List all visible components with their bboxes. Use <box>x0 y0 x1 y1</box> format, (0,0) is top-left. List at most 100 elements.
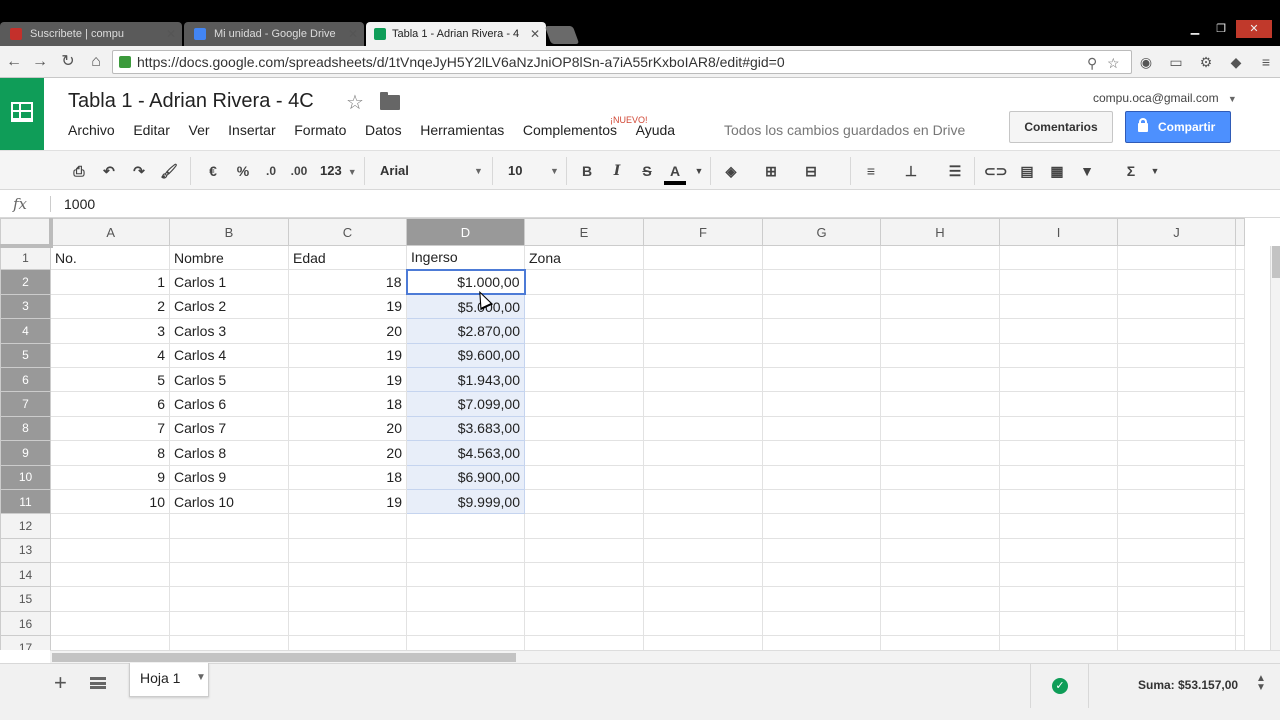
cell[interactable] <box>999 488 1118 515</box>
cell[interactable] <box>406 537 525 564</box>
cell[interactable] <box>643 244 763 271</box>
cell[interactable] <box>1117 366 1236 393</box>
functions-button[interactable]: Σ <box>1120 159 1142 183</box>
cell[interactable] <box>999 318 1118 344</box>
sheet-tab-hoja-1[interactable]: Hoja 1 ▼ <box>129 663 209 697</box>
column-header-d[interactable]: D <box>406 218 525 246</box>
cell[interactable] <box>999 464 1118 490</box>
cell[interactable] <box>1117 562 1236 588</box>
cell[interactable]: Zona <box>524 244 644 271</box>
menu-editar[interactable]: Editar <box>133 122 170 138</box>
cell[interactable] <box>762 293 881 320</box>
cell[interactable]: 19 <box>288 488 407 515</box>
cell[interactable]: 19 <box>288 293 407 320</box>
cell[interactable]: 18 <box>288 391 407 417</box>
cell[interactable] <box>999 391 1118 417</box>
increase-decimals-button[interactable]: .00 <box>288 159 310 183</box>
cell[interactable]: $5.000,00 <box>406 293 525 320</box>
cell[interactable] <box>1117 440 1236 466</box>
column-header-g[interactable]: G <box>762 218 881 246</box>
cell[interactable] <box>406 513 525 539</box>
decrease-decimals-button[interactable]: .0 <box>260 159 282 183</box>
cell[interactable] <box>999 513 1118 539</box>
cell[interactable] <box>406 635 525 650</box>
cell[interactable] <box>643 415 763 442</box>
cell[interactable]: 19 <box>288 366 407 393</box>
insert-comment-icon[interactable]: ▤ <box>1016 159 1038 183</box>
cell[interactable] <box>1117 537 1236 564</box>
cell[interactable] <box>1235 464 1245 490</box>
star-icon[interactable]: ☆ <box>346 90 364 115</box>
cell[interactable] <box>288 610 407 637</box>
cell[interactable] <box>880 366 1000 393</box>
selection-sum[interactable]: Suma: $53.157,00 <box>1138 678 1238 692</box>
cell[interactable] <box>643 366 763 393</box>
cell[interactable] <box>762 488 881 515</box>
cell[interactable] <box>288 586 407 612</box>
cell[interactable] <box>999 537 1118 564</box>
cell[interactable]: $9.600,00 <box>406 342 525 368</box>
cell[interactable] <box>524 269 644 295</box>
cell[interactable] <box>524 342 644 368</box>
cell[interactable] <box>1235 244 1245 271</box>
close-tab-icon[interactable]: ✕ <box>348 22 358 46</box>
cell[interactable]: $3.683,00 <box>406 415 525 442</box>
cell[interactable] <box>169 537 289 564</box>
cell[interactable] <box>50 610 170 637</box>
cell[interactable] <box>999 244 1118 271</box>
menu-ver[interactable]: Ver <box>189 122 210 138</box>
cell[interactable]: $6.900,00 <box>406 464 525 490</box>
cell[interactable] <box>169 635 289 650</box>
cell[interactable] <box>50 537 170 564</box>
cell[interactable] <box>50 586 170 612</box>
cell[interactable]: Carlos 8 <box>169 440 289 466</box>
cell[interactable]: Carlos 6 <box>169 391 289 417</box>
cell[interactable] <box>1117 513 1236 539</box>
cell[interactable] <box>762 415 881 442</box>
cell[interactable]: $9.999,00 <box>406 488 525 515</box>
cell[interactable] <box>643 440 763 466</box>
cell[interactable]: 4 <box>50 342 170 368</box>
cell[interactable]: No. <box>50 244 170 271</box>
cell[interactable]: Ingerso <box>406 244 525 271</box>
menu-complementos[interactable]: Complementos <box>523 122 617 138</box>
insert-link-icon[interactable]: ⊂⊃ <box>984 159 1007 183</box>
cell[interactable] <box>762 366 881 393</box>
borders-icon[interactable]: ⊞ <box>760 159 782 183</box>
menu-archivo[interactable]: Archivo <box>68 122 115 138</box>
cell[interactable]: Carlos 7 <box>169 415 289 442</box>
paint-format-icon[interactable]: 🖌 <box>158 159 180 183</box>
cell[interactable] <box>1117 342 1236 368</box>
minimize-icon[interactable]: ▁ <box>1182 20 1208 38</box>
cell[interactable]: $2.870,00 <box>406 318 525 344</box>
folder-icon[interactable] <box>380 92 400 110</box>
cell[interactable] <box>762 244 881 271</box>
cell[interactable] <box>1117 415 1236 442</box>
cell[interactable]: 10 <box>50 488 170 515</box>
cell[interactable] <box>288 635 407 650</box>
cell[interactable] <box>524 318 644 344</box>
browser-tab-drive[interactable]: Mi unidad - Google Drive ✕ <box>184 22 364 46</box>
column-header[interactable] <box>1235 218 1245 246</box>
cell[interactable] <box>1235 391 1245 417</box>
cell[interactable] <box>643 562 763 588</box>
cell[interactable] <box>1235 293 1245 320</box>
strikethrough-button[interactable]: S <box>636 159 658 183</box>
font-family-dropdown[interactable]: Arial ▼ <box>380 159 483 183</box>
cell[interactable] <box>880 269 1000 295</box>
cell[interactable] <box>643 391 763 417</box>
maximize-icon[interactable]: ❐ <box>1208 20 1234 38</box>
vertical-align-icon[interactable]: ⊥ <box>900 159 922 183</box>
new-tab-button[interactable] <box>544 26 580 44</box>
cell[interactable] <box>524 610 644 637</box>
cell[interactable] <box>50 562 170 588</box>
row-header[interactable]: 17 <box>0 635 51 650</box>
cell[interactable] <box>762 537 881 564</box>
cell[interactable] <box>999 342 1118 368</box>
cell[interactable]: Carlos 1 <box>169 269 289 295</box>
cell[interactable]: 18 <box>288 464 407 490</box>
row-header[interactable]: 11 <box>0 488 51 515</box>
column-header-f[interactable]: F <box>643 218 763 246</box>
row-header[interactable]: 6 <box>0 366 51 393</box>
cell[interactable] <box>1235 635 1245 650</box>
